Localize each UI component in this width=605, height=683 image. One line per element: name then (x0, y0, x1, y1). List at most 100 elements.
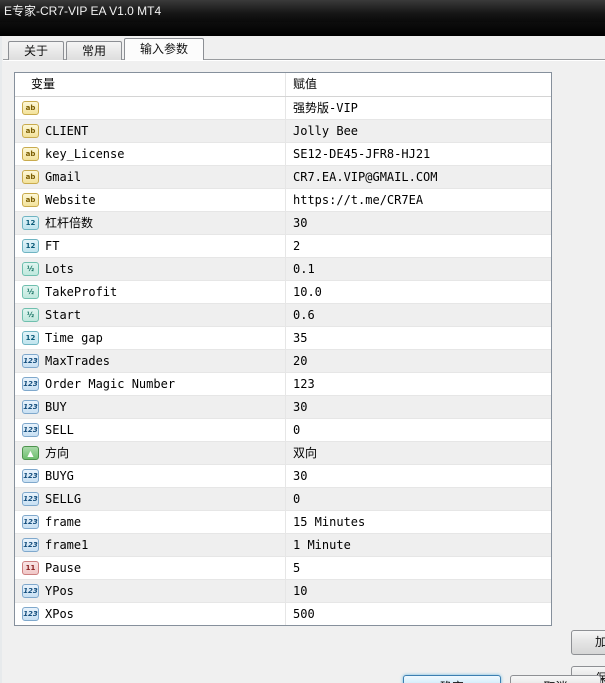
param-label-cell: abCLIENT (15, 120, 285, 142)
inputs-tab-panel: 变量 赋值 ab 强势版-VIPabCLIENTJolly Bee ab key_Li… (3, 59, 605, 683)
param-value[interactable]: 1 Minute (285, 534, 551, 556)
double-type-icon: ½ (22, 262, 39, 276)
param-value[interactable]: 10 (285, 580, 551, 602)
param-row[interactable]: 12Time gap35 (15, 327, 551, 350)
param-label-cell: 11Pause (15, 557, 285, 579)
param-row[interactable]: 123Order Magic Number123 (15, 373, 551, 396)
integer-type-icon: 123 (22, 354, 39, 368)
param-label-cell: abGmail (15, 166, 285, 188)
param-row[interactable]: 123 SELLG 0 (15, 488, 551, 511)
param-value[interactable]: 15 Minutes (285, 511, 551, 533)
cancel-button[interactable]: 取消 (510, 675, 601, 683)
tab-about[interactable]: 关于 (8, 41, 64, 60)
param-row[interactable]: abCLIENTJolly Bee (15, 120, 551, 143)
param-row[interactable]: 12杠杆倍数30 (15, 212, 551, 235)
param-label: frame (45, 511, 81, 533)
param-label-cell: 123BUY (15, 396, 285, 418)
param-row[interactable]: 123XPos500 (15, 603, 551, 626)
param-label-cell: 123XPos (15, 603, 285, 625)
param-row[interactable]: 123SELL0 (15, 419, 551, 442)
param-value[interactable]: 30 (285, 212, 551, 234)
param-label-cell: 123 frame (15, 511, 285, 533)
param-label: Start (45, 304, 81, 326)
param-row[interactable]: 123MaxTrades20 (15, 350, 551, 373)
param-label-cell: abWebsite (15, 189, 285, 211)
param-value[interactable]: 30 (285, 465, 551, 487)
param-row[interactable]: ½ Lots 0.1 (15, 258, 551, 281)
params-table-body: ab 强势版-VIPabCLIENTJolly Bee ab key_License S… (15, 97, 551, 626)
param-value[interactable]: 30 (285, 396, 551, 418)
param-value[interactable]: 0 (285, 488, 551, 510)
param-value[interactable]: 5 (285, 557, 551, 579)
param-label-cell: 123MaxTrades (15, 350, 285, 372)
param-label-cell: 123YPos (15, 580, 285, 602)
param-row[interactable]: 123 frame 15 Minutes (15, 511, 551, 534)
string-type-icon: ab (22, 147, 39, 161)
tab-inputs[interactable]: 输入参数 (124, 38, 204, 60)
param-label-cell: ▲方向 (15, 442, 285, 464)
param-value[interactable]: 0.6 (285, 304, 551, 326)
param-value[interactable]: 123 (285, 373, 551, 395)
integer-type-icon: 12 (22, 331, 39, 345)
param-row[interactable]: 11Pause5 (15, 557, 551, 580)
param-label-cell: ab key_License (15, 143, 285, 165)
param-label-cell: 123frame1 (15, 534, 285, 556)
param-value[interactable]: 2 (285, 235, 551, 257)
param-row[interactable]: 12FT2 (15, 235, 551, 258)
param-row[interactable]: ab key_License SE12-DE45-JFR8-HJ21 (15, 143, 551, 166)
param-value[interactable]: 0 (285, 419, 551, 441)
param-row[interactable]: abGmailCR7.EA.VIP@GMAIL.COM (15, 166, 551, 189)
param-label: SELL (45, 419, 74, 441)
tab-bar: 关于 常用 输入参数 (8, 39, 206, 60)
param-row[interactable]: ½TakeProfit10.0 (15, 281, 551, 304)
string-type-icon: ab (22, 170, 39, 184)
param-value[interactable]: CR7.EA.VIP@GMAIL.COM (285, 166, 551, 188)
param-row[interactable]: abWebsitehttps://t.me/CR7EA (15, 189, 551, 212)
ok-button[interactable]: 确定 (403, 675, 501, 683)
window-titlebar[interactable]: E专家-CR7-VIP EA V1.0 MT4 (0, 0, 605, 22)
integer-type-icon: 123 (22, 492, 39, 506)
param-label-cell: 12杠杆倍数 (15, 212, 285, 234)
param-row[interactable]: 123BUYG30 (15, 465, 551, 488)
param-label-cell: ½Start (15, 304, 285, 326)
param-value[interactable]: Jolly Bee (285, 120, 551, 142)
param-label: Order Magic Number (45, 373, 175, 395)
params-table-header: 变量 赋值 (15, 73, 551, 97)
param-value[interactable]: 强势版-VIP (285, 97, 551, 119)
param-label: YPos (45, 580, 74, 602)
param-value[interactable]: 20 (285, 350, 551, 372)
param-label: Lots (45, 258, 74, 280)
param-value[interactable]: https://t.me/CR7EA (285, 189, 551, 211)
param-row[interactable]: 123frame11 Minute (15, 534, 551, 557)
param-label: SELLG (45, 488, 81, 510)
integer-type-icon: 123 (22, 515, 39, 529)
param-row[interactable]: 123BUY30 (15, 396, 551, 419)
integer-type-icon: 123 (22, 607, 39, 621)
param-value[interactable]: 35 (285, 327, 551, 349)
param-row[interactable]: 123YPos10 (15, 580, 551, 603)
load-button[interactable]: 加载 (571, 630, 605, 655)
param-label-cell: 123BUYG (15, 465, 285, 487)
param-label: key_License (45, 143, 124, 165)
param-value[interactable]: 10.0 (285, 281, 551, 303)
tab-common[interactable]: 常用 (66, 41, 122, 60)
string-type-icon: ab (22, 101, 39, 115)
number-type-icon: 11 (22, 561, 39, 575)
param-row[interactable]: ▲方向双向 (15, 442, 551, 465)
param-value[interactable]: 0.1 (285, 258, 551, 280)
param-label-cell: 12Time gap (15, 327, 285, 349)
integer-type-icon: 12 (22, 216, 39, 230)
param-row[interactable]: ½Start0.6 (15, 304, 551, 327)
param-label-cell: ½TakeProfit (15, 281, 285, 303)
param-label-cell: ½ Lots (15, 258, 285, 280)
param-row[interactable]: ab 强势版-VIP (15, 97, 551, 120)
ea-properties-dialog: 关于 常用 输入参数 变量 赋值 ab 强势版-VIPabCLIENTJolly … (0, 36, 605, 683)
variable-column-header: 变量 (15, 73, 285, 96)
param-value[interactable]: 双向 (285, 442, 551, 464)
param-value[interactable]: 500 (285, 603, 551, 625)
param-label-cell: 123SELL (15, 419, 285, 441)
integer-type-icon: 123 (22, 538, 39, 552)
param-label-cell: 123Order Magic Number (15, 373, 285, 395)
param-value[interactable]: SE12-DE45-JFR8-HJ21 (285, 143, 551, 165)
double-type-icon: ½ (22, 285, 39, 299)
